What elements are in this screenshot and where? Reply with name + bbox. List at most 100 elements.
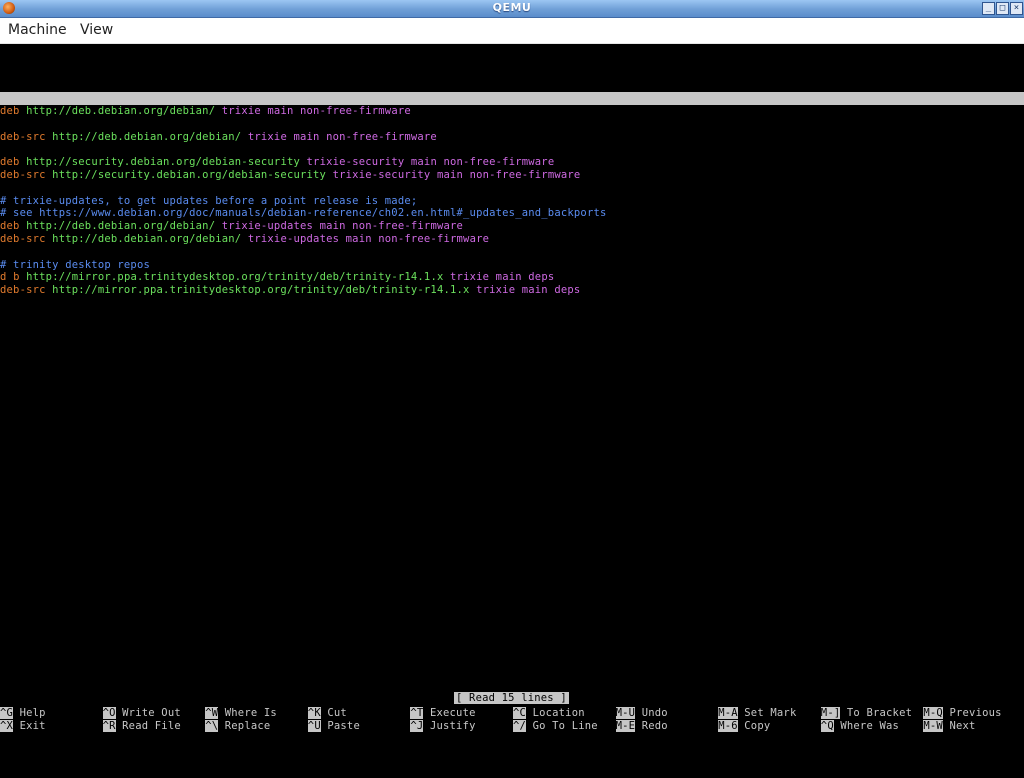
shortcut-item[interactable]: M-Q Previous — [923, 707, 1001, 720]
editor-line[interactable]: deb http://deb.debian.org/debian/ trixie… — [0, 220, 463, 233]
editor-line[interactable]: deb-src http://deb.debian.org/debian/ tr… — [0, 233, 489, 246]
shortcut-label: Where Was — [833, 719, 900, 732]
shortcut-item[interactable]: M-W Next — [923, 719, 976, 733]
menubar: Machine View — [0, 18, 1024, 44]
shortcut-label: Execute — [423, 707, 476, 719]
editor-line[interactable]: # see https://www.debian.org/doc/manuals… — [0, 207, 607, 220]
shortcut-label: Set Mark — [737, 707, 797, 719]
minimize-icon[interactable]: _ — [982, 2, 995, 15]
shortcut-label: Help — [13, 707, 46, 719]
shortcut-key: ^X — [0, 719, 14, 732]
shortcut-item[interactable]: ^Q Where Was — [820, 719, 900, 733]
shortcut-item[interactable]: ^\ Replace — [205, 719, 271, 733]
line-segment: http://deb.debian.org/debian/ — [45, 130, 242, 143]
shortcut-key: ^/ — [513, 719, 527, 732]
line-segment: http://deb.debian.org/debian/ — [45, 233, 242, 245]
shortcut-item[interactable]: ^K Cut — [307, 707, 347, 720]
line-segment: trixie-updates main non-free-firmware — [215, 220, 464, 233]
nano-header: GNU nano 7.2 /etc/apt/sources.list — [0, 92, 1024, 130]
shortcut-key: M-A — [718, 707, 738, 719]
shortcut-label: Redo — [635, 719, 668, 732]
editor-line[interactable]: deb http://mirror.ppa.trinitydesktop.org… — [0, 271, 554, 284]
line-segment: trixie main deps — [443, 271, 555, 284]
shortcut-key: ^O — [102, 707, 116, 719]
window-titlebar: QEMU _ □ × — [0, 0, 1024, 18]
shortcut-key: ^J — [410, 719, 424, 732]
shortcut-item[interactable]: ^C Location — [513, 707, 585, 720]
shortcut-item[interactable]: ^T Execute — [410, 707, 475, 720]
line-segment: trixie main non-free-firmware — [215, 105, 411, 117]
shortcut-label: Justify — [423, 719, 476, 732]
line-segment: deb-src — [0, 284, 46, 297]
shortcut-key: ^Q — [820, 719, 834, 732]
line-segment: http://security.debian.org/debian-securi… — [19, 156, 301, 169]
shortcut-key: M-6 — [718, 719, 738, 732]
shortcut-item[interactable]: M-U Undo — [615, 707, 668, 720]
shortcut-label: Where Is — [218, 707, 277, 719]
shortcut-item[interactable]: ^J Justify — [410, 719, 476, 733]
line-segment: trixie main deps — [469, 284, 581, 297]
editor-line[interactable]: deb-src http://security.debian.org/debia… — [0, 169, 580, 182]
shortcut-label: Read File — [115, 719, 181, 732]
line-segment: trixie-security main non-free-firmware — [326, 169, 581, 181]
shortcut-item[interactable]: ^G Help — [0, 707, 46, 720]
shortcut-item[interactable]: ^U Paste — [307, 719, 360, 733]
shortcut-item[interactable]: ^R Read File — [102, 719, 181, 733]
shortcut-key: ^W — [205, 707, 219, 719]
shortcut-item[interactable]: M-A Set Mark — [718, 707, 796, 720]
shortcut-key: ^G — [0, 707, 14, 719]
shortcut-label: Write Out — [115, 707, 181, 719]
nano-filename: /etc/apt/sources.list — [461, 118, 598, 130]
shortcut-label: To Bracket — [840, 707, 913, 719]
line-segment: # trinity desktop repos — [0, 258, 150, 271]
editor-line[interactable]: deb-src http://deb.debian.org/debian/ tr… — [0, 131, 437, 144]
shortcut-key: M-] — [820, 707, 841, 719]
line-segment: deb-src — [0, 169, 46, 181]
editor-line[interactable]: # trinity desktop repos — [0, 259, 150, 272]
shortcut-key: M-E — [615, 719, 636, 732]
line-segment: trixie main non-free-firmware — [241, 130, 437, 143]
shortcut-item[interactable]: ^O Write Out — [102, 707, 181, 720]
shortcut-key: ^C — [513, 707, 527, 719]
shortcut-key: ^K — [307, 707, 321, 719]
line-segment: # see https://www.debian.org/doc/manuals… — [0, 207, 607, 220]
shortcut-item[interactable]: ^X Exit — [0, 719, 46, 733]
shortcut-label: Replace — [218, 719, 271, 732]
line-segment: deb-src — [0, 130, 46, 143]
shortcut-key: ^R — [102, 719, 116, 732]
shortcut-label: Copy — [737, 719, 771, 732]
shortcut-item[interactable]: M-E Redo — [615, 719, 668, 733]
line-segment: deb — [0, 220, 20, 233]
shortcut-item[interactable]: ^/ Go To Line — [513, 719, 598, 733]
line-segment: http://mirror.ppa.trinitydesktop.org/tri… — [45, 284, 470, 297]
shortcut-item[interactable]: ^W Where Is — [205, 707, 277, 720]
line-segment: http://security.debian.org/debian-securi… — [45, 169, 327, 181]
shortcut-label: Location — [526, 707, 585, 719]
maximize-icon[interactable]: □ — [996, 2, 1009, 15]
line-segment: http://deb.debian.org/debian/ — [19, 220, 216, 233]
shortcut-label: Next — [942, 719, 976, 732]
shortcut-key: ^\ — [205, 719, 219, 732]
line-segment: http://deb.debian.org/debian/ — [19, 105, 216, 117]
close-icon[interactable]: × — [1010, 2, 1023, 15]
menu-view[interactable]: View — [80, 22, 113, 38]
shortcut-key: ^T — [410, 707, 424, 719]
editor-line[interactable]: # trixie-updates, to get updates before … — [0, 195, 417, 208]
editor-line[interactable]: deb http://security.debian.org/debian-se… — [0, 156, 554, 169]
shortcut-item[interactable]: M-] To Bracket — [820, 707, 913, 720]
shortcut-key: M-U — [615, 707, 636, 719]
shortcut-label: Exit — [13, 719, 46, 732]
status-message: [ Read 15 lines ] — [454, 692, 569, 704]
line-segment: deb — [0, 105, 20, 117]
shortcut-key: M-Q — [923, 707, 943, 719]
line-segment: http://mirror.ppa.trinitydesktop.org/tri… — [19, 271, 444, 284]
shortcut-key: M-W — [923, 719, 943, 732]
line-segment: # trixie-updates, to get updates before … — [0, 194, 418, 207]
menu-machine[interactable]: Machine — [8, 22, 67, 38]
shortcut-item[interactable]: M-6 Copy — [718, 719, 771, 733]
shortcut-label: Undo — [635, 707, 668, 719]
editor-line[interactable]: deb http://deb.debian.org/debian/ trixie… — [0, 105, 411, 118]
editor-line[interactable]: deb-src http://mirror.ppa.trinitydesktop… — [0, 284, 580, 297]
shortcut-label: Previous — [942, 707, 1002, 719]
vm-display[interactable]: GNU nano 7.2 /etc/apt/sources.list deb h… — [0, 44, 1024, 778]
